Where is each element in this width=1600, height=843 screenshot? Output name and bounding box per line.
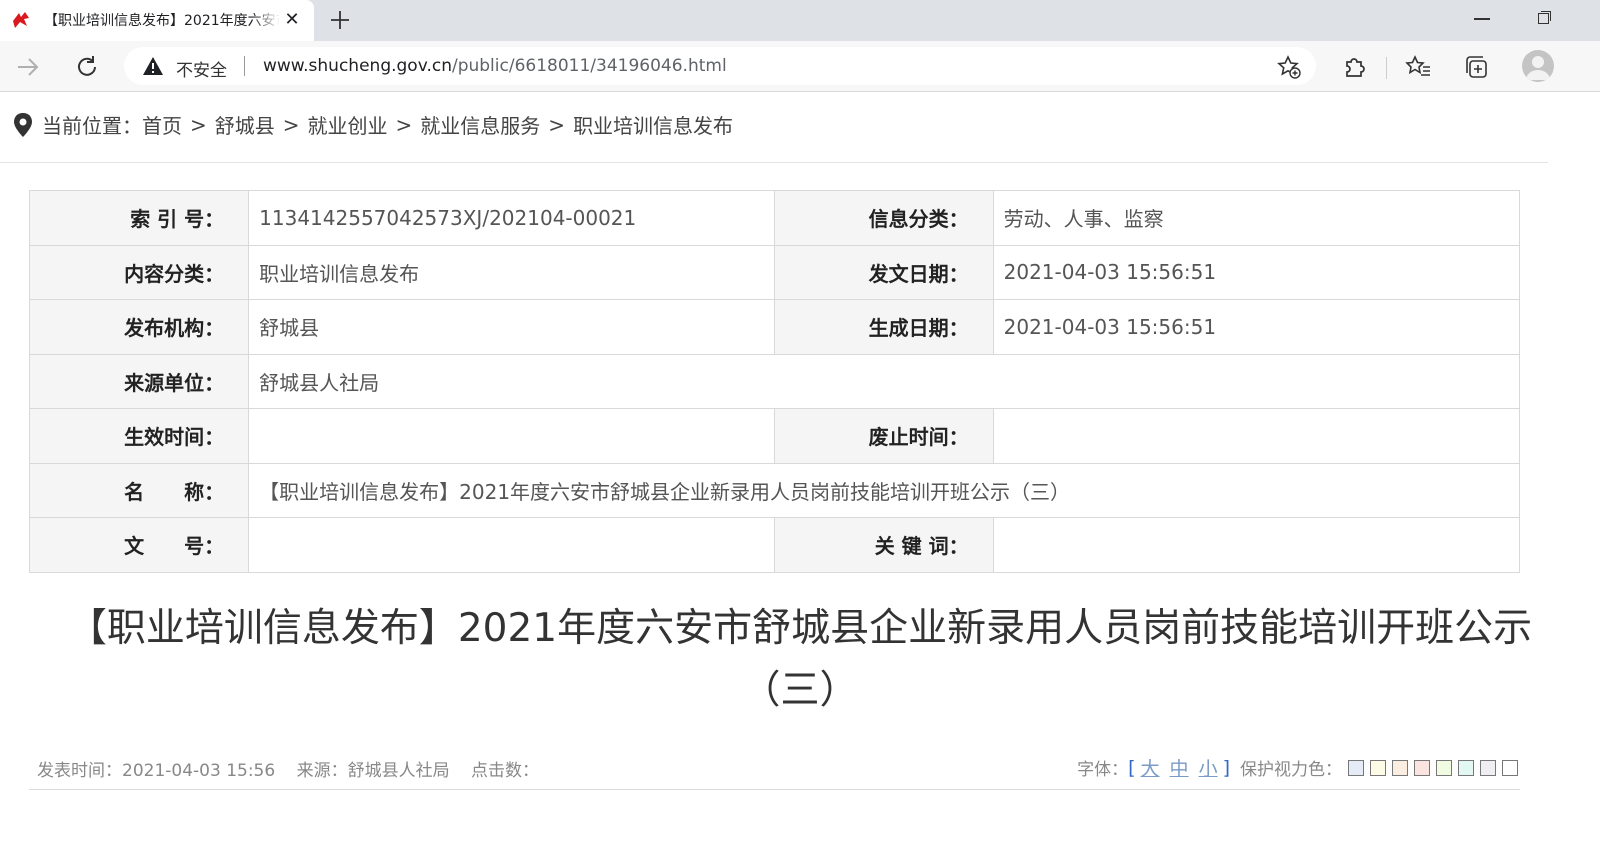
- effective-time-value: [248, 408, 776, 464]
- eye-color-swatch-6[interactable]: [1458, 759, 1474, 776]
- content-category-value: 职业培训信息发布: [248, 244, 776, 300]
- info-category-value: 劳动、人事、监察: [992, 190, 1521, 246]
- publish-time: 发表时间：2021-04-03 15:56: [37, 761, 276, 781]
- name-label: 名 称：: [28, 462, 250, 518]
- site-favicon-icon: [13, 12, 29, 28]
- document-number-label: 文 号：: [28, 517, 250, 573]
- name-value: 【职业培训信息发布】2021年度六安市舒城县企业新录用人员岗前技能培训开班公示（…: [248, 462, 1520, 518]
- breadcrumb-separator: >: [190, 112, 207, 137]
- source-unit-value: 舒城县人社局: [248, 353, 1520, 409]
- tab-title: 【职业培训信息发布】2021年度六安市舒城县企业新录用人员岗前技能培训开班公示（…: [44, 13, 280, 29]
- breadcrumb: 当前位置： 首页 > 舒城县 > 就业创业 > 就业信息服务 > 职业培训信息发…: [12, 110, 733, 139]
- eye-protection-label: 保护视力色：: [1240, 760, 1342, 780]
- breadcrumb-prefix: 当前位置：: [42, 114, 142, 138]
- browser-tab[interactable]: 【职业培训信息发布】2021年度六安市舒城县企业新录用人员岗前技能培训开班公示（…: [0, 0, 314, 41]
- address-bar[interactable]: 不安全 www.shucheng.gov.cn/public/6618011/3…: [124, 47, 1316, 85]
- table-row: 索 引 号： 1134142557042573XJ/202104-00021 信…: [28, 190, 1521, 246]
- url-path: /public/6618011/34196046.html: [451, 56, 727, 76]
- issue-date-label: 发文日期：: [774, 244, 994, 300]
- document-number-value: [248, 517, 776, 573]
- eye-color-swatch-1[interactable]: [1348, 759, 1364, 776]
- article-info-bar: 发表时间：2021-04-03 15:56 来源：舒城县人社局 点击数： 字体：…: [29, 752, 1520, 790]
- breadcrumb-divider: [0, 162, 1548, 163]
- table-row: 生效时间： 废止时间：: [28, 408, 1521, 464]
- profile-avatar[interactable]: [1522, 50, 1554, 82]
- font-large-link[interactable]: 大: [1141, 754, 1160, 781]
- index-number-value: 1134142557042573XJ/202104-00021: [248, 190, 776, 246]
- table-row: 名 称： 【职业培训信息发布】2021年度六安市舒城县企业新录用人员岗前技能培训…: [28, 462, 1520, 518]
- bracket-close: ]: [1222, 756, 1230, 779]
- generated-date-value: 2021-04-03 15:56:51: [992, 299, 1521, 355]
- forward-icon[interactable]: [14, 53, 42, 81]
- collections-icon[interactable]: [1463, 53, 1491, 81]
- eye-color-swatch-4[interactable]: [1414, 759, 1430, 776]
- info-category-label: 信息分类：: [774, 190, 994, 246]
- article-meta: 发表时间：2021-04-03 15:56 来源：舒城县人社局 点击数：: [37, 756, 555, 781]
- font-size-label: 字体：: [1077, 760, 1129, 780]
- eye-color-swatch-5[interactable]: [1436, 759, 1452, 776]
- eye-color-swatch-2[interactable]: [1370, 759, 1386, 776]
- url-host: www.shucheng.gov.cn: [263, 56, 452, 76]
- breadcrumb-separator: >: [395, 112, 413, 137]
- breadcrumb-employment[interactable]: 就业创业: [308, 110, 388, 139]
- issue-date-value: 2021-04-03 15:56:51: [992, 244, 1521, 300]
- bracket-open: [: [1128, 756, 1136, 779]
- close-tab-icon[interactable]: ✕: [282, 10, 302, 30]
- reload-icon[interactable]: [73, 53, 101, 81]
- address-separator: [244, 56, 245, 76]
- breadcrumb-county[interactable]: 舒城县: [215, 110, 275, 139]
- table-row: 来源单位： 舒城县人社局: [28, 353, 1520, 409]
- location-pin-icon: [14, 112, 32, 137]
- breadcrumb-training-info[interactable]: 职业培训信息发布: [573, 110, 733, 139]
- tab-strip: 【职业培训信息发布】2021年度六安市舒城县企业新录用人员岗前技能培训开班公示（…: [0, 0, 1600, 41]
- browser-toolbar: 不安全 www.shucheng.gov.cn/public/6618011/3…: [0, 41, 1600, 92]
- publisher-value: 舒城县: [248, 299, 776, 355]
- index-number-label: 索 引 号：: [28, 190, 250, 246]
- extensions-icon[interactable]: [1340, 53, 1368, 81]
- article-title: 【职业培训信息发布】2021年度六安市舒城县企业新录用人员岗前技能培训开班公示（…: [67, 606, 1533, 713]
- breadcrumb-home[interactable]: 首页: [142, 110, 182, 139]
- person-icon: [1526, 56, 1550, 80]
- table-row: 文 号： 关 键 词：: [28, 517, 1521, 573]
- restore-window-icon[interactable]: [1538, 11, 1551, 24]
- abolish-time-label: 废止时间：: [774, 408, 994, 464]
- eye-color-swatch-3[interactable]: [1392, 759, 1408, 776]
- url-text[interactable]: www.shucheng.gov.cn/public/6618011/34196…: [263, 56, 727, 76]
- table-row: 内容分类： 职业培训信息发布 发文日期： 2021-04-03 15:56:51: [28, 244, 1521, 300]
- minimize-window-icon[interactable]: [1474, 18, 1490, 20]
- eye-color-swatch-7[interactable]: [1480, 759, 1496, 776]
- security-status[interactable]: 不安全: [176, 56, 227, 81]
- reading-tools: 字体： [ 大 中 小 ] 保护视力色：: [1077, 754, 1518, 781]
- breadcrumb-separator: >: [548, 112, 566, 137]
- effective-time-label: 生效时间：: [28, 408, 250, 464]
- abolish-time-value: [992, 408, 1521, 464]
- warning-icon[interactable]: [142, 56, 164, 76]
- document-metadata-table: 索 引 号： 1134142557042573XJ/202104-00021 信…: [28, 190, 1521, 573]
- publisher-label: 发布机构：: [28, 299, 250, 355]
- breadcrumb-employment-info[interactable]: 就业信息服务: [420, 110, 540, 139]
- new-tab-icon[interactable]: [326, 6, 354, 34]
- font-small-link[interactable]: 小: [1199, 754, 1218, 781]
- table-row: 发布机构： 舒城县 生成日期： 2021-04-03 15:56:51: [28, 299, 1521, 355]
- article-source: 来源：舒城县人社局: [296, 761, 450, 781]
- breadcrumb-separator: >: [282, 112, 300, 137]
- toolbar-divider: [1386, 57, 1387, 79]
- content-category-label: 内容分类：: [28, 244, 250, 300]
- keywords-value: [992, 517, 1521, 573]
- add-favorite-icon[interactable]: [1276, 54, 1302, 80]
- source-unit-label: 来源单位：: [28, 353, 250, 409]
- font-medium-link[interactable]: 中: [1170, 754, 1189, 781]
- click-count: 点击数：: [471, 761, 540, 781]
- keywords-label: 关 键 词：: [774, 517, 994, 573]
- favorites-icon[interactable]: [1404, 53, 1432, 81]
- eye-color-swatch-8[interactable]: [1502, 759, 1518, 776]
- generated-date-label: 生成日期：: [774, 299, 994, 355]
